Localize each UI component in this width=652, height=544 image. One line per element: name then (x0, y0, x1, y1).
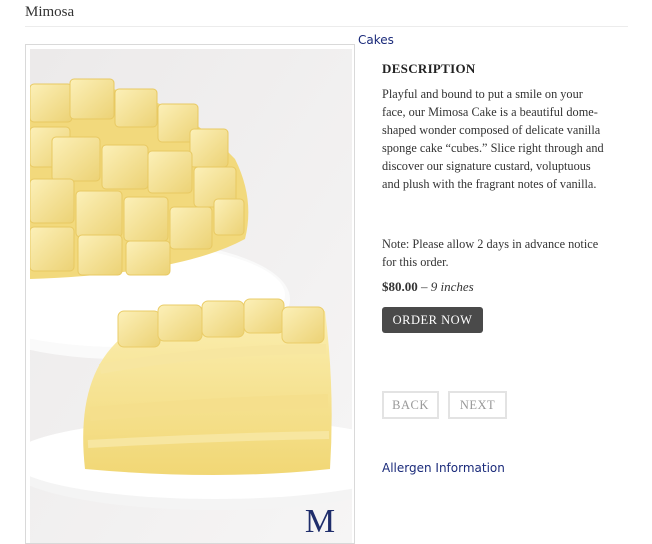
next-button[interactable]: NEXT (448, 391, 507, 419)
description-heading: DESCRIPTION (382, 61, 476, 76)
back-button[interactable]: BACK (382, 391, 439, 419)
cake-size: 9 inches (430, 279, 474, 294)
product-image[interactable]: M (30, 49, 352, 543)
description-text: Playful and bound to put a smile on your… (382, 87, 604, 191)
page-title: Mimosa (25, 4, 75, 20)
price-separator: – (421, 279, 428, 294)
product-image-frame: M (25, 44, 355, 544)
price: $80.00 (382, 279, 418, 294)
price-line: $80.00 – 9 inches (382, 279, 474, 295)
monogram-m-logo: M (305, 503, 335, 540)
order-now-button[interactable]: ORDER NOW (382, 307, 483, 333)
cake-photo-illustration: M (30, 49, 352, 543)
category-link-cakes[interactable]: Cakes (358, 33, 394, 47)
advance-notice-note: Note: Please allow 2 days in advance not… (382, 237, 599, 269)
allergen-information-link[interactable]: Allergen Information (382, 461, 505, 475)
title-divider (25, 26, 628, 27)
